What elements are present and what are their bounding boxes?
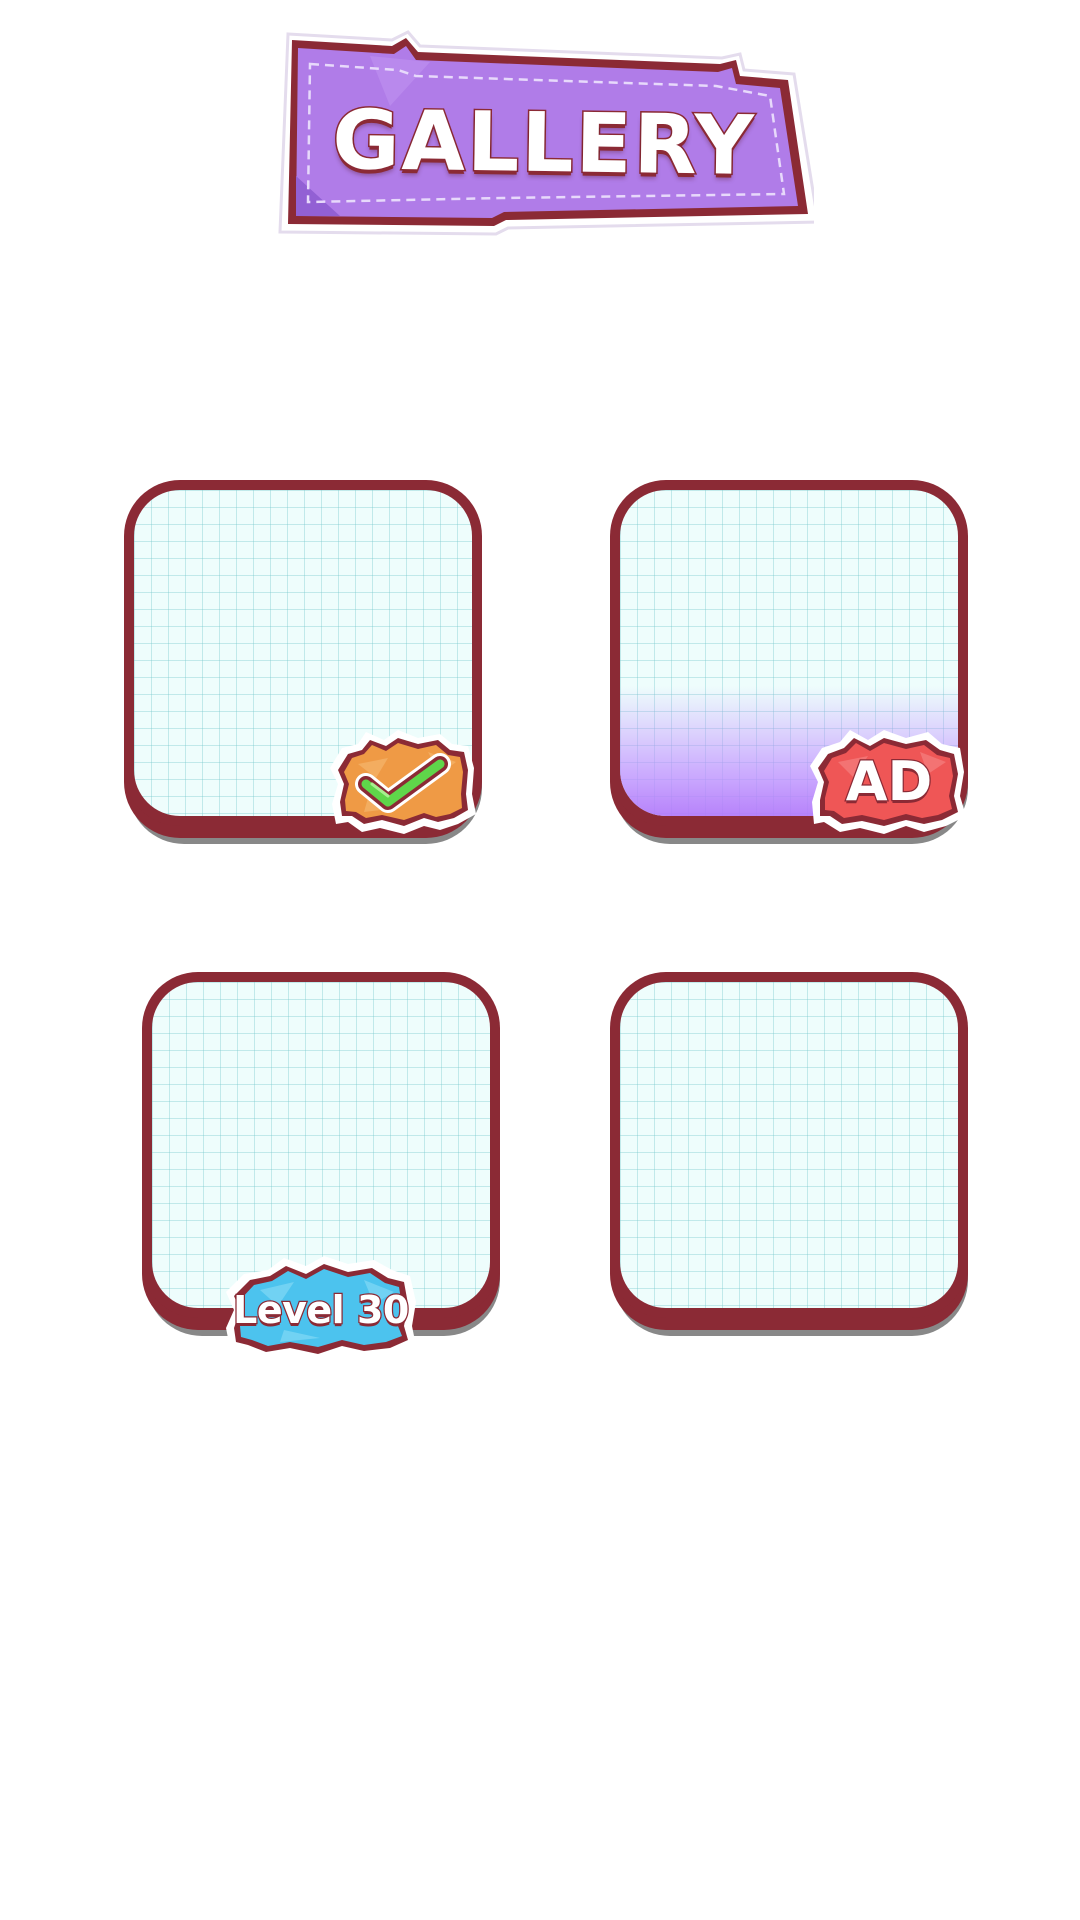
level-requirement-label: Level 30 — [232, 1287, 411, 1334]
page-title: GALLERY — [330, 92, 758, 196]
grid-paper — [620, 982, 958, 1308]
completed-badge — [328, 728, 478, 838]
ad-badge[interactable]: AD — [810, 726, 968, 838]
checkmark-icon — [355, 753, 451, 813]
gallery-card-3[interactable]: Level 30 — [142, 972, 500, 1362]
level-lock-badge: Level 30 — [224, 1254, 418, 1366]
gallery-card-2[interactable]: AD — [610, 480, 968, 844]
gallery-title-banner: GALLERY — [274, 26, 814, 238]
gallery-card-4[interactable] — [610, 972, 968, 1336]
ad-badge-label: AD — [844, 749, 933, 815]
gallery-card-1[interactable] — [124, 480, 482, 844]
